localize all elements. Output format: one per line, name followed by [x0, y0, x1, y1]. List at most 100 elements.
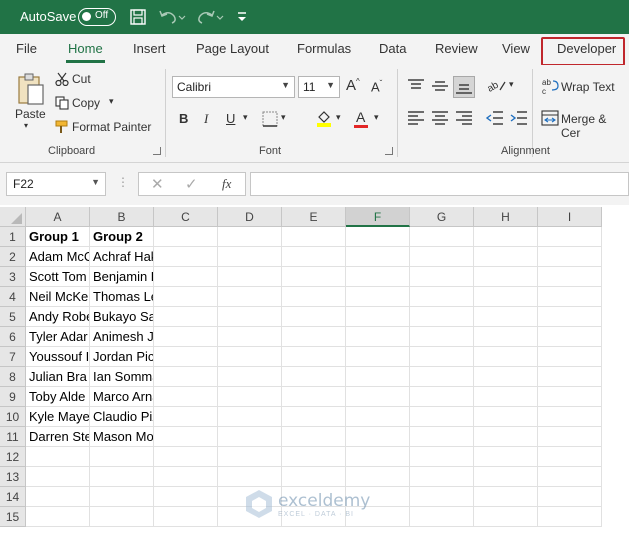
cell-i9[interactable]	[538, 387, 602, 407]
cell-h13[interactable]	[474, 467, 538, 487]
font-name-select[interactable]: Calibri ▼	[172, 76, 295, 98]
merge-center-label[interactable]: Merge & Cer	[561, 112, 629, 140]
cell-b12[interactable]	[90, 447, 154, 467]
cell-a10[interactable]: Kyle Maye	[26, 407, 90, 427]
cell-i3[interactable]	[538, 267, 602, 287]
column-header-g[interactable]: G	[410, 207, 474, 227]
cell-d13[interactable]	[218, 467, 282, 487]
underline-dropdown-icon[interactable]: ▾	[243, 112, 248, 123]
cell-e11[interactable]	[282, 427, 346, 447]
cell-d9[interactable]	[218, 387, 282, 407]
tab-insert[interactable]: Insert	[133, 41, 166, 56]
cell-c9[interactable]	[154, 387, 218, 407]
row-header-15[interactable]: 15	[0, 507, 26, 527]
bottom-align-button[interactable]	[453, 76, 475, 98]
cell-g9[interactable]	[410, 387, 474, 407]
font-launcher-icon[interactable]	[385, 147, 393, 155]
column-header-h[interactable]: H	[474, 207, 538, 227]
cell-d3[interactable]	[218, 267, 282, 287]
cell-h10[interactable]	[474, 407, 538, 427]
cell-b4[interactable]: Thomas Lemar	[90, 287, 154, 307]
cell-b10[interactable]: Claudio Pizzaro	[90, 407, 154, 427]
column-header-d[interactable]: D	[218, 207, 282, 227]
tab-data[interactable]: Data	[379, 41, 406, 56]
autosave-toggle[interactable]: Off	[78, 8, 116, 26]
font-color-icon[interactable]: A	[356, 109, 365, 125]
cell-d10[interactable]	[218, 407, 282, 427]
cell-f4[interactable]	[346, 287, 410, 307]
customize-toolbar-icon[interactable]	[236, 8, 248, 26]
cell-a14[interactable]	[26, 487, 90, 507]
underline-button[interactable]: U	[226, 111, 235, 126]
cell-h7[interactable]	[474, 347, 538, 367]
cell-a12[interactable]	[26, 447, 90, 467]
cell-a6[interactable]: Tyler Adar	[26, 327, 90, 347]
font-color-dropdown-icon[interactable]: ▾	[374, 112, 379, 123]
column-header-a[interactable]: A	[26, 207, 90, 227]
cell-i6[interactable]	[538, 327, 602, 347]
cell-a13[interactable]	[26, 467, 90, 487]
cell-h1[interactable]	[474, 227, 538, 247]
cell-c7[interactable]	[154, 347, 218, 367]
row-header-6[interactable]: 6	[0, 327, 26, 347]
column-header-e[interactable]: E	[282, 207, 346, 227]
cell-b7[interactable]: Jordan Pickford	[90, 347, 154, 367]
row-header-14[interactable]: 14	[0, 487, 26, 507]
cell-h4[interactable]	[474, 287, 538, 307]
cell-b2[interactable]: Achraf Hakimi	[90, 247, 154, 267]
cell-f6[interactable]	[346, 327, 410, 347]
cell-d6[interactable]	[218, 327, 282, 347]
cell-h3[interactable]	[474, 267, 538, 287]
wrap-text-icon[interactable]: ab c	[541, 77, 559, 95]
cell-f3[interactable]	[346, 267, 410, 287]
format-painter-label[interactable]: Format Painter	[72, 120, 151, 134]
row-header-5[interactable]: 5	[0, 307, 26, 327]
cell-e6[interactable]	[282, 327, 346, 347]
cell-f11[interactable]	[346, 427, 410, 447]
cell-f7[interactable]	[346, 347, 410, 367]
cell-g13[interactable]	[410, 467, 474, 487]
select-all-corner[interactable]	[0, 207, 26, 227]
tab-page-layout[interactable]: Page Layout	[196, 41, 269, 56]
save-icon[interactable]	[129, 8, 147, 26]
cell-e8[interactable]	[282, 367, 346, 387]
middle-align-icon[interactable]	[431, 78, 449, 94]
cell-g6[interactable]	[410, 327, 474, 347]
cell-a9[interactable]: Toby Alde	[26, 387, 90, 407]
cell-d2[interactable]	[218, 247, 282, 267]
cell-g3[interactable]	[410, 267, 474, 287]
cell-d12[interactable]	[218, 447, 282, 467]
cell-b9[interactable]: Marco Arnautovic	[90, 387, 154, 407]
tab-file[interactable]: File	[16, 41, 37, 56]
cell-h15[interactable]	[474, 507, 538, 527]
cell-f8[interactable]	[346, 367, 410, 387]
enter-icon[interactable]: ✓	[185, 175, 198, 193]
align-right-icon[interactable]	[455, 110, 473, 126]
fill-color-dropdown-icon[interactable]: ▾	[336, 112, 341, 123]
cell-f1[interactable]	[346, 227, 410, 247]
cell-a8[interactable]: Julian Bra	[26, 367, 90, 387]
cell-h11[interactable]	[474, 427, 538, 447]
cell-g10[interactable]	[410, 407, 474, 427]
cell-e4[interactable]	[282, 287, 346, 307]
tab-formulas[interactable]: Formulas	[297, 41, 351, 56]
cancel-icon[interactable]: ✕	[151, 175, 164, 193]
cell-c14[interactable]	[154, 487, 218, 507]
cell-f9[interactable]	[346, 387, 410, 407]
cell-h12[interactable]	[474, 447, 538, 467]
row-header-9[interactable]: 9	[0, 387, 26, 407]
format-painter-icon[interactable]	[55, 120, 69, 134]
cell-b6[interactable]: Animesh Jain	[90, 327, 154, 347]
cell-c15[interactable]	[154, 507, 218, 527]
name-box[interactable]: F22 ▼	[6, 172, 106, 196]
cell-a5[interactable]: Andy Robe	[26, 307, 90, 327]
cell-i12[interactable]	[538, 447, 602, 467]
cell-e3[interactable]	[282, 267, 346, 287]
cell-a15[interactable]	[26, 507, 90, 527]
cell-h5[interactable]	[474, 307, 538, 327]
redo-icon[interactable]	[196, 8, 224, 26]
cell-g8[interactable]	[410, 367, 474, 387]
bold-button[interactable]: B	[179, 111, 188, 126]
align-left-icon[interactable]	[407, 110, 425, 126]
cell-e10[interactable]	[282, 407, 346, 427]
